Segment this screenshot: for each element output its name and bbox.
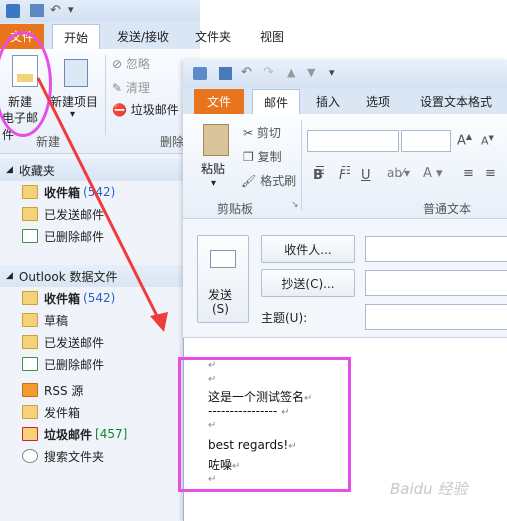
compose-tab-options-label: 选项: [365, 95, 390, 109]
compose-ribbon-body: 粘贴 ▾ ✂ 剪切 ❐ 复制 🖌 格式刷 剪贴板 ↘ A▲ A▼ ☰ ☷ B I…: [183, 114, 507, 219]
paste-button[interactable]: 粘贴 ▾: [197, 120, 233, 196]
compose-tab-options[interactable]: 选项: [358, 89, 398, 114]
compose-tab-format[interactable]: 设置文本格式: [410, 89, 502, 114]
grow-font-icon[interactable]: A▲: [457, 132, 472, 148]
bold-label: B: [313, 168, 323, 183]
compose-tab-format-label: 设置文本格式: [419, 95, 492, 109]
redo-icon[interactable]: ↷: [263, 65, 274, 80]
dialog-launcher-icon[interactable]: ↘: [291, 200, 299, 210]
compose-tab-mail[interactable]: 邮件: [252, 89, 300, 115]
format-painter-button[interactable]: 🖌 格式刷: [241, 172, 296, 189]
highlight-icon[interactable]: ab⁄▾: [387, 166, 410, 180]
copy-button[interactable]: ❐ 复制: [243, 148, 282, 165]
paste-label: 粘贴: [201, 162, 226, 176]
to-button[interactable]: 收件人...: [261, 235, 355, 263]
compose-tab-mail-label: 邮件: [263, 96, 288, 110]
quick-access-dropdown-icon[interactable]: ▾: [329, 66, 335, 79]
compose-app-icon: [193, 67, 207, 80]
cc-button-label: 抄送(C)...: [281, 276, 335, 291]
compose-title-bar: ↶ ↷ ▲ ▼ ▾: [183, 60, 507, 88]
cut-button[interactable]: ✂ 剪切: [243, 124, 281, 141]
compose-header-form: 发送 (S) 收件人... 抄送(C)... 主题(U):: [183, 219, 507, 338]
brush-icon: 🖌: [241, 174, 257, 188]
copy-label: 复制: [257, 150, 282, 164]
save-icon[interactable]: [219, 67, 232, 80]
send-label: 发送: [208, 288, 233, 302]
clipboard-group-label: 剪贴板: [217, 202, 254, 216]
send-icon: [210, 250, 236, 268]
format-painter-label: 格式刷: [260, 174, 297, 188]
compose-tab-insert-label: 插入: [315, 95, 340, 109]
ribbon-divider: [301, 120, 302, 210]
font-size-select[interactable]: [401, 130, 451, 152]
align-left-icon[interactable]: ≡: [463, 166, 474, 181]
chevron-down-icon: ▾: [211, 178, 217, 189]
bold-button[interactable]: B: [313, 168, 323, 183]
send-shortcut-label: (S): [212, 302, 229, 316]
cut-label: 剪切: [256, 126, 281, 140]
signature-highlight-box: [178, 357, 351, 492]
watermark: Baidu 经验: [390, 480, 468, 498]
compose-tab-file-label: 文件: [206, 95, 231, 109]
to-field[interactable]: [365, 236, 507, 262]
underline-label: U: [361, 168, 371, 183]
basic-text-group-label: 普通文本: [423, 202, 472, 216]
undo-icon[interactable]: ↶: [241, 65, 252, 80]
subject-label: 主题(U):: [261, 311, 308, 325]
send-button[interactable]: 发送 (S): [197, 235, 249, 323]
italic-button[interactable]: I: [339, 168, 343, 183]
subject-field[interactable]: [365, 304, 507, 330]
underline-button[interactable]: U: [361, 168, 371, 183]
up-arrow-icon[interactable]: ▲: [287, 66, 295, 79]
compose-tab-insert[interactable]: 插入: [308, 89, 348, 114]
cc-button[interactable]: 抄送(C)...: [261, 269, 355, 297]
compose-tab-file[interactable]: 文件: [194, 89, 244, 114]
cc-field[interactable]: [365, 270, 507, 296]
align-center-icon[interactable]: ≡: [485, 166, 496, 181]
scissors-icon: ✂: [243, 126, 254, 140]
down-arrow-icon[interactable]: ▼: [307, 66, 315, 79]
paste-icon: [203, 124, 229, 156]
font-color-icon[interactable]: A ▾: [423, 166, 443, 181]
font-name-select[interactable]: [307, 130, 399, 152]
copy-icon: ❐: [243, 150, 254, 164]
italic-label: I: [339, 168, 343, 183]
shrink-font-icon[interactable]: A▼: [481, 134, 494, 148]
to-button-label: 收件人...: [284, 242, 332, 257]
